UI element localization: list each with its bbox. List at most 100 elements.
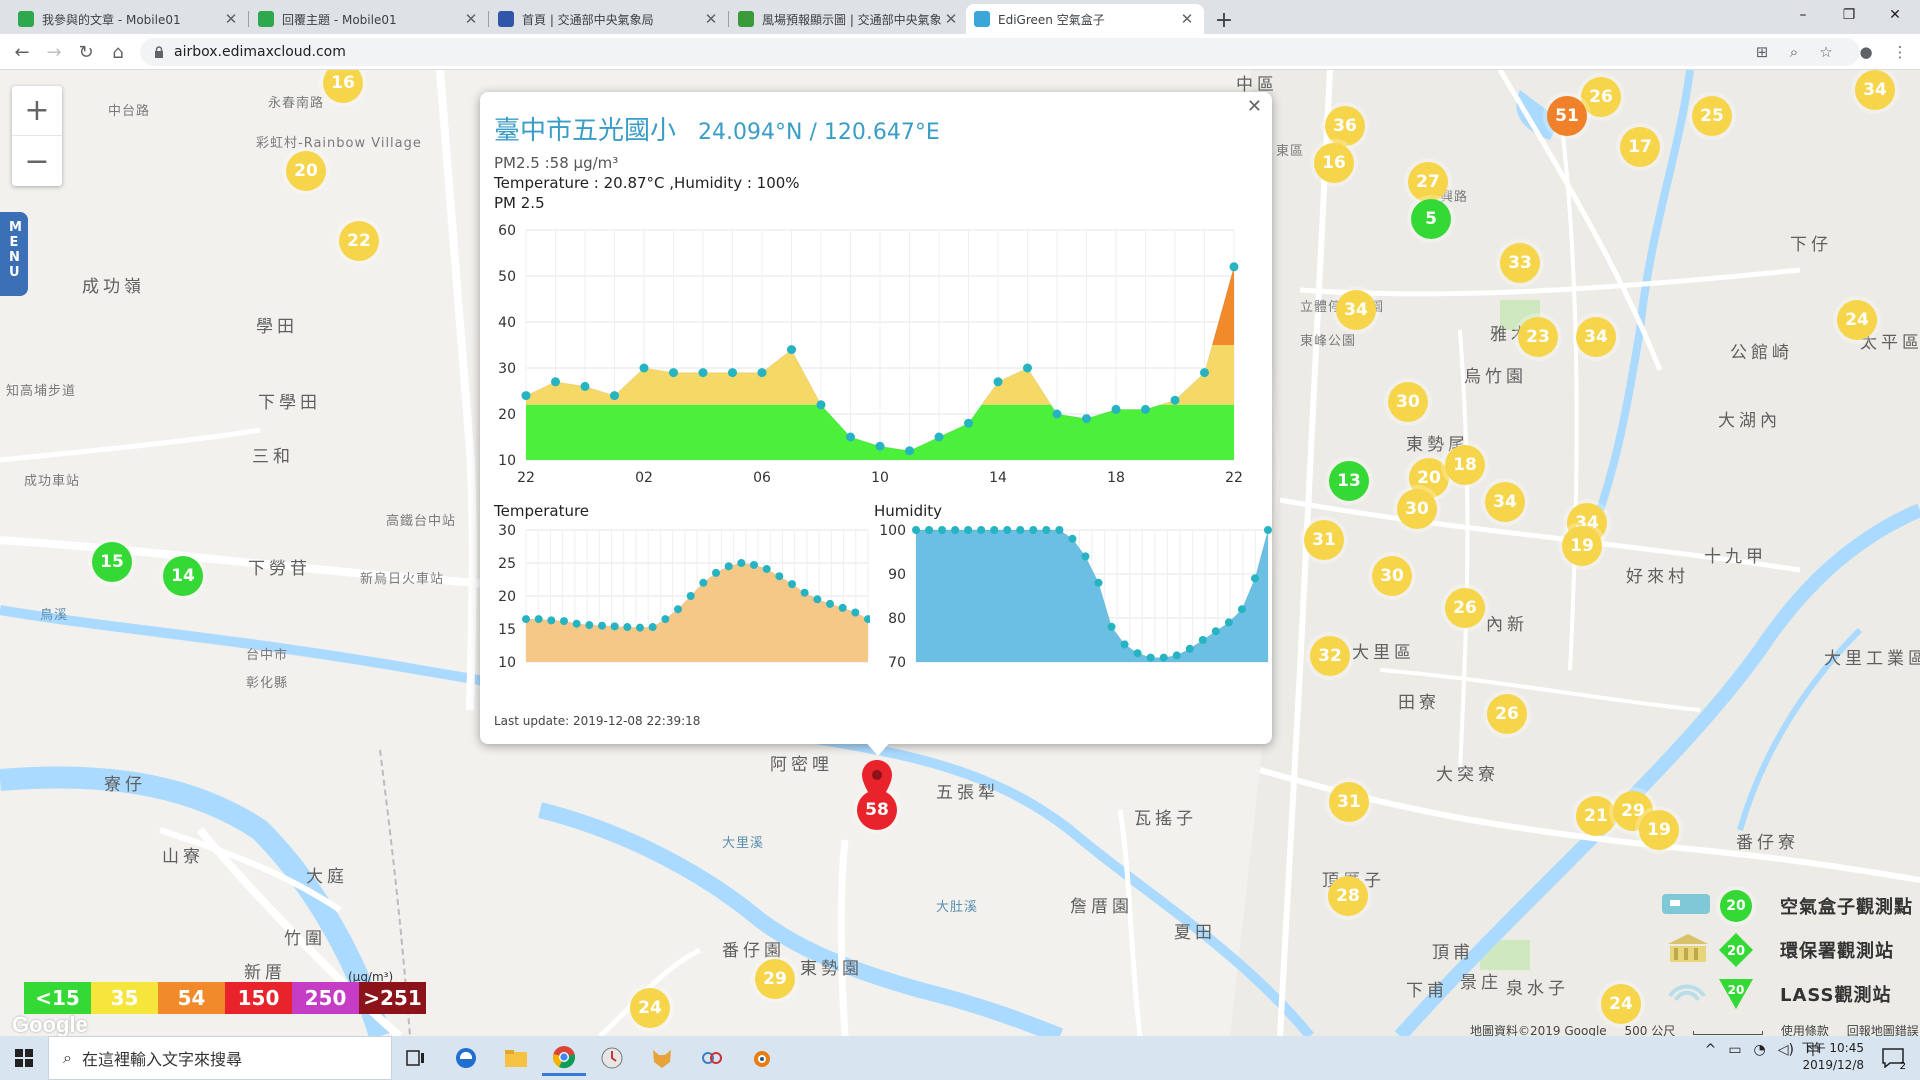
zoom-out-button[interactable]: − (12, 136, 62, 186)
zoom-in-button[interactable]: + (12, 86, 62, 136)
app-icon-fox[interactable] (640, 1040, 684, 1076)
maximize-button[interactable]: ❐ (1826, 0, 1872, 30)
station-marker[interactable]: 30 (1388, 382, 1428, 422)
data-point (534, 615, 543, 624)
profile-icon[interactable]: ● (1852, 38, 1880, 66)
station-marker[interactable]: 30 (1372, 556, 1412, 596)
station-marker[interactable]: 34 (1485, 482, 1525, 522)
network-icon[interactable]: ◔ (1754, 1042, 1766, 1058)
y-tick-label: 15 (498, 622, 516, 638)
station-marker[interactable]: 31 (1329, 782, 1369, 822)
station-info-popup: ✕ 臺中市五光國小 24.094°N / 120.647°E PM2.5 :58 … (480, 92, 1272, 744)
home-icon[interactable]: ⌂ (104, 38, 132, 66)
station-marker[interactable]: 22 (339, 221, 379, 261)
system-clock[interactable]: 下午 10:45 2019/12/8 (1794, 1040, 1864, 1074)
menu-dots-icon[interactable]: ⋮ (1886, 38, 1914, 66)
station-name: 臺中市五光國小 (494, 116, 677, 146)
station-marker[interactable]: 25 (1692, 96, 1732, 136)
station-marker[interactable]: 30 (1397, 489, 1437, 529)
station-marker[interactable]: 19 (1562, 526, 1602, 566)
app-icon-tools[interactable] (690, 1040, 734, 1076)
station-marker[interactable]: 20 (286, 151, 326, 191)
browser-tab[interactable]: 我參與的文章 - Mobile01 ✕ (10, 4, 248, 34)
notification-center-button[interactable]: 2 (1866, 1036, 1920, 1080)
tab-close-icon[interactable]: ✕ (222, 10, 240, 28)
place-label: 東區 (1276, 144, 1305, 159)
station-marker[interactable]: 24 (1601, 984, 1641, 1024)
data-point (724, 562, 733, 571)
station-marker[interactable]: 34 (1855, 70, 1895, 110)
zoom-icon[interactable]: ⌕ (1780, 38, 1808, 66)
tab-close-icon[interactable]: ✕ (1178, 10, 1196, 28)
data-point (1082, 414, 1091, 424)
lock-icon (155, 46, 163, 58)
station-marker[interactable]: 18 (1445, 445, 1485, 485)
reload-icon[interactable]: ↻ (72, 38, 100, 66)
close-window-button[interactable]: ✕ (1872, 0, 1918, 30)
station-marker[interactable]: 34 (1336, 290, 1376, 330)
place-label: 大肚溪 (936, 900, 979, 915)
station-marker[interactable]: 26 (1445, 588, 1485, 628)
browser-tab-active[interactable]: EdiGreen 空氣盒子 ✕ (966, 4, 1204, 34)
station-marker[interactable]: 26 (1487, 694, 1527, 734)
battery-icon[interactable]: ▭ (1728, 1042, 1741, 1058)
place-label: 永春南路 (268, 96, 325, 111)
forward-icon[interactable]: → (40, 38, 68, 66)
data-point (699, 578, 708, 587)
terms-link[interactable]: 使用條款 (1781, 1024, 1829, 1036)
station-marker[interactable]: 31 (1304, 520, 1344, 560)
menu-toggle-button[interactable]: MENU (0, 212, 28, 296)
station-marker[interactable]: 5 (1411, 199, 1451, 239)
station-marker[interactable]: 27 (1408, 162, 1448, 202)
browser-tab[interactable]: 風場預報顯示圖 | 交通部中央氣象 ✕ (730, 4, 968, 34)
app-icon-clock[interactable] (590, 1040, 634, 1076)
tab-close-icon[interactable]: ✕ (942, 10, 960, 28)
station-marker[interactable]: 28 (1328, 876, 1368, 916)
station-marker[interactable]: 19 (1639, 810, 1679, 850)
station-marker[interactable]: 24 (630, 988, 670, 1028)
back-icon[interactable]: ← (8, 38, 36, 66)
task-view-icon[interactable] (394, 1040, 438, 1076)
tab-close-icon[interactable]: ✕ (462, 10, 480, 28)
browser-tab[interactable]: 首頁 | 交通部中央氣象局 ✕ (490, 4, 728, 34)
station-marker[interactable]: 21 (1576, 796, 1616, 836)
start-button[interactable] (0, 1036, 48, 1080)
station-marker[interactable]: 13 (1329, 461, 1369, 501)
edge-browser-icon[interactable] (444, 1040, 488, 1076)
data-point (728, 368, 737, 378)
chrome-browser-icon[interactable] (542, 1040, 586, 1076)
station-marker[interactable]: 14 (163, 556, 203, 596)
volume-icon[interactable]: ◁) (1778, 1042, 1794, 1058)
browser-tab[interactable]: 回覆主題 - Mobile01 ✕ (250, 4, 488, 34)
minimize-button[interactable]: – (1780, 0, 1826, 30)
file-explorer-icon[interactable] (494, 1040, 538, 1076)
station-marker[interactable]: 51 (1547, 96, 1587, 136)
bookmark-star-icon[interactable]: ☆ (1812, 38, 1840, 66)
station-marker[interactable]: 33 (1500, 243, 1540, 283)
translate-icon[interactable]: ⊞ (1748, 38, 1776, 66)
station-marker[interactable]: 32 (1310, 636, 1350, 676)
station-marker[interactable]: 23 (1518, 317, 1558, 357)
place-label: 番仔園 (722, 941, 785, 961)
taskbar-search-box[interactable]: ⌕ 在這裡輸入文字來搜尋 (48, 1036, 392, 1080)
popup-close-icon[interactable]: ✕ (1247, 96, 1262, 117)
station-marker[interactable]: 17 (1620, 127, 1660, 167)
svg-text:20: 20 (1727, 944, 1745, 959)
station-marker[interactable]: 26 (1581, 77, 1621, 117)
data-point (669, 368, 678, 378)
report-error-link[interactable]: 回報地圖錯誤 (1847, 1024, 1919, 1036)
station-marker[interactable]: 24 (1837, 300, 1877, 340)
station-marker[interactable]: 15 (92, 542, 132, 582)
scale-cell: 54 (158, 982, 225, 1014)
app-icon-blender[interactable] (738, 1040, 782, 1076)
station-marker[interactable]: 34 (1576, 317, 1616, 357)
data-point (610, 622, 619, 631)
y-tick-label: 20 (498, 589, 516, 605)
new-tab-button[interactable]: + (1210, 6, 1238, 34)
address-bar[interactable]: airbox.edimaxcloud.com (140, 38, 1860, 66)
station-marker[interactable]: 36 (1325, 106, 1365, 146)
tab-close-icon[interactable]: ✕ (702, 10, 720, 28)
station-marker[interactable]: 16 (1314, 143, 1354, 183)
station-marker[interactable]: 29 (755, 959, 795, 999)
tray-expand-icon[interactable]: ^ (1705, 1042, 1717, 1058)
